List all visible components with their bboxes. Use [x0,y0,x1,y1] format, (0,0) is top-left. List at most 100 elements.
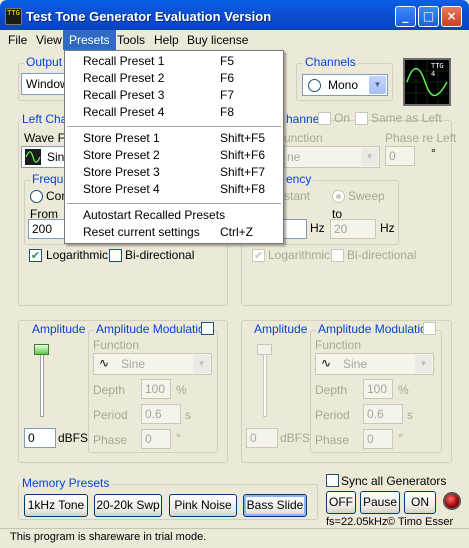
logarithmic-checkbox[interactable]: ✔ [29,249,42,262]
right-logarithmic-label: Logarithmic [268,248,331,262]
menu-separator [67,126,281,127]
chevron-down-icon: ▼ [193,355,210,373]
sweep-label: Sweep [348,189,385,203]
close-button[interactable]: × [441,6,462,27]
right-mod-function-select[interactable]: ∿ Sine ▼ [315,353,434,375]
copyright-label: © Timo Esser [387,516,454,528]
pause-button[interactable]: Pause [360,491,400,514]
right-mod-checkbox[interactable] [423,322,436,335]
right-frequency-label: ency [284,172,314,186]
menu-help[interactable]: Help [148,30,185,50]
menu-shortcut: F8 [220,105,235,119]
right-mod-function-label: Function [315,338,362,352]
phase-re-left-label: Phase re Left [385,131,457,145]
right-depth-label: Depth [315,383,348,397]
preset-pink-noise-button[interactable]: Pink Noise [169,494,237,517]
left-mod-function-select[interactable]: ∿ Sine ▼ [93,353,212,375]
menu-buy-license[interactable]: Buy license [181,30,254,50]
menu-label: Recall Preset 3 [83,88,165,102]
right-from-input[interactable] [284,219,307,239]
preset-bass-slide-button[interactable]: Bass Slide [243,494,307,517]
menu-presets[interactable]: Presets [63,30,116,50]
menu-shortcut: F7 [220,88,235,102]
left-amplitude-label: Amplitude [30,322,88,336]
constant-radio[interactable] [30,190,43,203]
window-title: Test Tone Generator Evaluation Version [26,9,272,24]
menu-label: Store Preset 2 [83,148,160,162]
left-period-unit: s [185,408,191,422]
phase-re-left-unit: ° [431,146,436,160]
menu-label: Recall Preset 4 [83,105,165,119]
store-preset-3-item[interactable]: Store Preset 3 Shift+F7 [65,164,283,181]
right-on-checkbox[interactable] [318,112,331,125]
from-frequency-input[interactable]: 200 [28,219,66,239]
same-as-left-checkbox[interactable] [355,112,368,125]
to-frequency-input[interactable]: 20 [330,219,376,239]
store-preset-1-item[interactable]: Store Preset 1 Shift+F5 [65,130,283,147]
left-phase-input[interactable]: 0 [141,429,171,449]
right-amplitude-label: Amplitude [252,322,310,336]
recall-preset-1-item[interactable]: Recall Preset 1 F5 [65,53,283,70]
autostart-recalled-presets-item[interactable]: Autostart Recalled Presets [65,207,283,224]
bidirectional-label: Bi-directional [125,248,195,262]
right-bidirectional-label: Bi-directional [347,248,417,262]
right-logarithmic-checkbox[interactable]: ✔ [252,249,265,262]
right-amplitude-slider-thumb[interactable] [257,344,272,355]
right-amplitude-track[interactable] [263,345,267,417]
status-text: This program is shareware in trial mode. [10,531,207,543]
hz-label-1: Hz [310,221,325,235]
minimize-button[interactable]: _ [395,6,416,27]
bidirectional-checkbox[interactable] [109,249,122,262]
maximize-button[interactable]: □ [418,6,439,27]
left-period-input[interactable]: 0.6 [141,404,181,424]
left-amplitude-slider-thumb[interactable] [34,344,49,355]
left-phase-unit: ° [176,431,181,445]
recall-preset-3-item[interactable]: Recall Preset 3 F7 [65,87,283,104]
menu-tools[interactable]: Tools [111,30,151,50]
chevron-down-icon: ▼ [361,148,378,166]
sweep-radio[interactable] [332,190,345,203]
right-function-select[interactable]: ne ▼ [284,146,380,168]
preset-1khz-tone-button[interactable]: 1kHz Tone [24,494,88,517]
right-period-input[interactable]: 0.6 [363,404,403,424]
right-function-label: unction [284,131,323,145]
preset-20-20k-sweep-button[interactable]: 20-20k Swp [94,494,162,517]
menu-file[interactable]: File [2,30,33,50]
recall-preset-4-item[interactable]: Recall Preset 4 F8 [65,104,283,121]
store-preset-4-item[interactable]: Store Preset 4 Shift+F8 [65,181,283,198]
left-amplitude-input[interactable]: 0 [24,428,56,448]
store-preset-2-item[interactable]: Store Preset 2 Shift+F6 [65,147,283,164]
left-mod-checkbox[interactable] [201,322,214,335]
left-mod-function-value: Sine [121,357,146,371]
left-mod-function-label: Function [93,338,140,352]
waveform-value: Sin [47,150,65,164]
memory-presets-label: Memory Presets [20,476,112,490]
right-period-unit: s [407,408,413,422]
left-amplitude-track[interactable] [40,345,44,417]
sync-all-generators-checkbox[interactable] [326,474,339,487]
menu-label: Autostart Recalled Presets [83,208,226,222]
on-button[interactable]: ON [404,491,436,514]
oscilloscope-icon: TTG 4 [403,58,451,106]
channels-select[interactable]: Mono ▼ [302,74,388,96]
right-amplitude-input[interactable]: 0 [246,428,278,448]
menu-shortcut: Ctrl+Z [220,225,253,239]
right-mod-label: Amplitude Modulation [316,322,436,336]
menu-shortcut: F6 [220,71,235,85]
left-depth-input[interactable]: 100 [141,379,171,399]
reset-current-settings-item[interactable]: Reset current settings Ctrl+Z [65,224,283,241]
chevron-down-icon: ▼ [369,76,386,94]
right-phase-input[interactable]: 0 [363,429,393,449]
right-depth-input[interactable]: 100 [363,379,393,399]
phase-re-left-input[interactable]: 0 [385,146,415,166]
recall-preset-2-item[interactable]: Recall Preset 2 F6 [65,70,283,87]
sync-all-generators-label: Sync all Generators [341,474,447,488]
off-button[interactable]: OFF [326,491,356,514]
output-device-value: Window [26,77,69,91]
right-phase-label: Phase [315,433,350,447]
sample-rate-label: fs=22.05kHz [326,516,388,528]
left-depth-label: Depth [93,383,126,397]
right-bidirectional-checkbox[interactable] [331,249,344,262]
menu-shortcut: F5 [220,54,235,68]
status-bar: This program is shareware in trial mode. [0,528,469,548]
